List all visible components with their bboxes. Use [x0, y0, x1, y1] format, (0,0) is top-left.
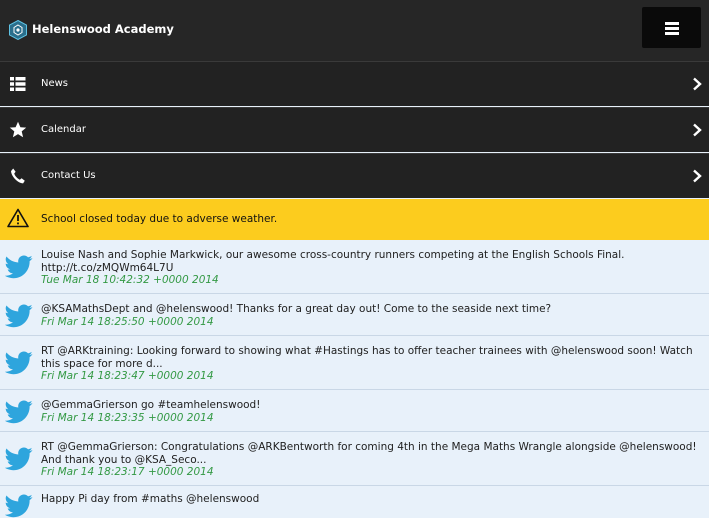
tweet-message: @KSAMathsDept and @helenswood! Thanks fo… — [41, 303, 552, 315]
phone-icon — [11, 168, 25, 184]
nav-item-news[interactable]: News — [0, 61, 709, 106]
tweet-message: @GemmaGrierson go #teamhelenswood! — [41, 399, 261, 411]
twitter-bird-icon — [5, 447, 33, 471]
nav-item-label: Contact Us — [41, 170, 96, 181]
tweet-message: RT @GemmaGrierson: Congratulations @ARKB… — [41, 441, 697, 466]
weather-alert-banner: School closed today due to adverse weath… — [0, 199, 709, 240]
twitter-bird-icon — [5, 304, 33, 328]
list-icon — [10, 77, 26, 91]
app-header: Helenswood Academy — [0, 0, 709, 61]
nav-item-label: News — [41, 78, 69, 89]
tweet-item[interactable]: RT @GemmaGrierson: Congratulations @ARKB… — [0, 432, 709, 486]
hamburger-menu-button[interactable] — [642, 7, 701, 48]
tweet-body: @KSAMathsDept and @helenswood! Thanks fo… — [41, 303, 706, 328]
nav-item-label: Calendar — [41, 124, 86, 135]
alert-message: School closed today due to adverse weath… — [41, 213, 278, 225]
tweet-body: @GemmaGrierson go #teamhelenswood! Fri M… — [41, 399, 706, 424]
twitter-bird-icon — [5, 494, 33, 518]
chevron-right-icon — [693, 77, 702, 91]
chevron-right-icon — [693, 123, 702, 137]
tweet-timestamp: Fri Mar 14 18:23:35 +0000 2014 — [41, 411, 214, 424]
star-icon — [9, 121, 27, 138]
hexagon-logo-icon — [9, 20, 27, 40]
tweet-message: Louise Nash and Sophie Markwick, our awe… — [41, 249, 625, 274]
tweet-item[interactable]: RT @ARKtraining: Looking forward to show… — [0, 336, 709, 390]
tweet-item[interactable]: Happy Pi day from #maths @helenswood — [0, 486, 709, 518]
nav-item-contact-us[interactable]: Contact Us — [0, 153, 709, 198]
tweet-timestamp: Tue Mar 18 10:42:32 +0000 2014 — [41, 274, 219, 286]
tweet-body: Louise Nash and Sophie Markwick, our awe… — [41, 249, 706, 287]
app-title: Helenswood Academy — [32, 22, 174, 36]
twitter-bird-icon — [5, 400, 33, 424]
tweet-item[interactable]: @GemmaGrierson go #teamhelenswood! Fri M… — [0, 390, 709, 432]
warning-icon — [7, 208, 29, 228]
nav-item-calendar[interactable]: Calendar — [0, 107, 709, 152]
tweet-item[interactable]: Louise Nash and Sophie Markwick, our awe… — [0, 240, 709, 294]
twitter-bird-icon — [5, 351, 33, 375]
chevron-right-icon — [693, 169, 702, 183]
tweet-body: RT @ARKtraining: Looking forward to show… — [41, 345, 706, 383]
tweet-body: RT @GemmaGrierson: Congratulations @ARKB… — [41, 441, 706, 479]
twitter-bird-icon — [5, 255, 33, 279]
tweet-timestamp: Fri Mar 14 18:23:47 +0000 2014 — [41, 370, 214, 382]
tweet-body: Happy Pi day from #maths @helenswood — [41, 493, 706, 506]
tweet-message: Happy Pi day from #maths @helenswood — [41, 493, 260, 505]
tweet-item[interactable]: @KSAMathsDept and @helenswood! Thanks fo… — [0, 294, 709, 336]
tweet-message: RT @ARKtraining: Looking forward to show… — [41, 345, 693, 370]
tweet-timestamp: Fri Mar 14 18:23:17 +0000 2014 — [41, 466, 214, 478]
tweet-timestamp: Fri Mar 14 18:25:50 +0000 2014 — [41, 315, 214, 328]
